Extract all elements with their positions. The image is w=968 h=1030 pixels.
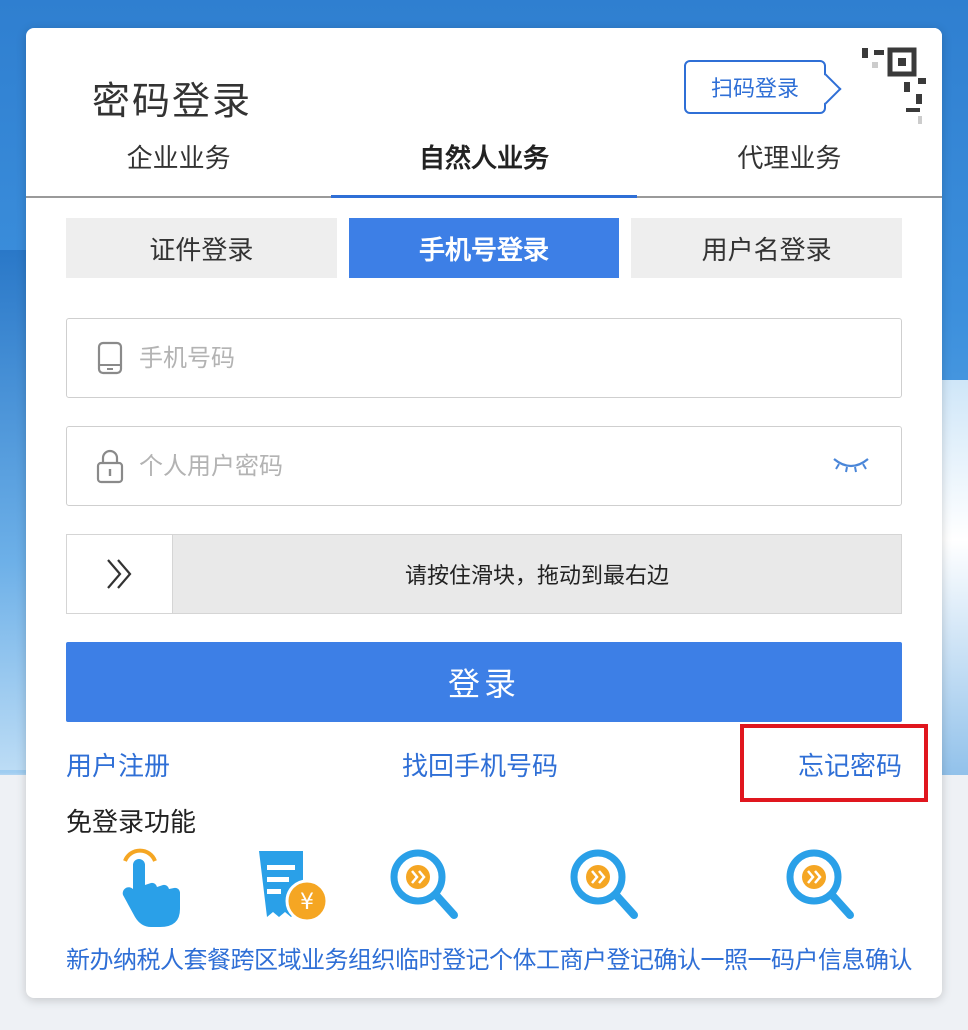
register-link[interactable]: 用户注册 (66, 746, 170, 783)
touch-hand-icon[interactable] (111, 843, 191, 933)
phone-input[interactable] (139, 344, 779, 372)
tab-agent-business[interactable]: 代理业务 (637, 128, 942, 196)
quick-item-org-temp-registration[interactable]: 组织临时登记 (348, 946, 490, 974)
lock-icon (95, 448, 125, 484)
nologin-section-title: 免登录功能 (66, 808, 197, 838)
mobile-phone-icon (95, 340, 125, 376)
slider-instruction: 请按住滑块，拖动到最右边 (404, 564, 669, 589)
phone-field (66, 318, 902, 398)
qr-code-icon[interactable] (832, 28, 942, 138)
login-card: 密码登录 扫码登录 企业业务 自然人业务 代理业务 证件登录 手机号登录 用户名… (26, 28, 942, 998)
tax-receipt-yen-icon[interactable]: ¥ (251, 843, 331, 933)
recover-phone-link[interactable]: 找回手机号码 (402, 746, 558, 783)
quick-function-labels: 新办纳税人套餐跨区域业务组织临时登记个体工商户登记确认一照一码户信息确认 (66, 940, 942, 975)
quick-item-cross-region[interactable]: 跨区域业务 (231, 946, 349, 974)
quick-item-unified-code-confirm[interactable]: 一照一码户信息确认 (701, 946, 913, 974)
business-tabs: 企业业务 自然人业务 代理业务 (26, 128, 942, 198)
quick-functions: ¥ (26, 843, 942, 943)
slider-handle[interactable] (67, 535, 173, 613)
password-field (66, 426, 902, 506)
quick-item-new-taxpayer[interactable]: 新办纳税人套餐 (66, 946, 231, 974)
search-magnifier-icon[interactable] (566, 843, 646, 933)
scan-login-button[interactable]: 扫码登录 (684, 60, 826, 114)
double-chevron-right-icon (106, 559, 131, 589)
search-magnifier-icon[interactable] (782, 843, 862, 933)
forgot-password-highlight (740, 724, 928, 802)
tab-certificate-login[interactable]: 证件登录 (66, 218, 337, 278)
svg-text:¥: ¥ (300, 890, 314, 915)
search-magnifier-icon[interactable] (386, 843, 466, 933)
quick-item-individual-business-confirm[interactable]: 个体工商户登记确认 (489, 946, 701, 974)
tab-username-login[interactable]: 用户名登录 (631, 218, 903, 278)
page-title: 密码登录 (92, 79, 253, 123)
login-button[interactable]: 登录 (66, 642, 902, 722)
eye-closed-icon[interactable] (831, 453, 871, 477)
slider-captcha: 请按住滑块，拖动到最右边 (66, 534, 902, 614)
tab-phone-login[interactable]: 手机号登录 (348, 218, 620, 278)
password-input[interactable] (139, 452, 779, 480)
login-method-tabs: 证件登录 手机号登录 用户名登录 (66, 218, 903, 278)
tab-enterprise-business[interactable]: 企业业务 (26, 128, 331, 196)
tab-natural-person-business[interactable]: 自然人业务 (331, 128, 637, 198)
